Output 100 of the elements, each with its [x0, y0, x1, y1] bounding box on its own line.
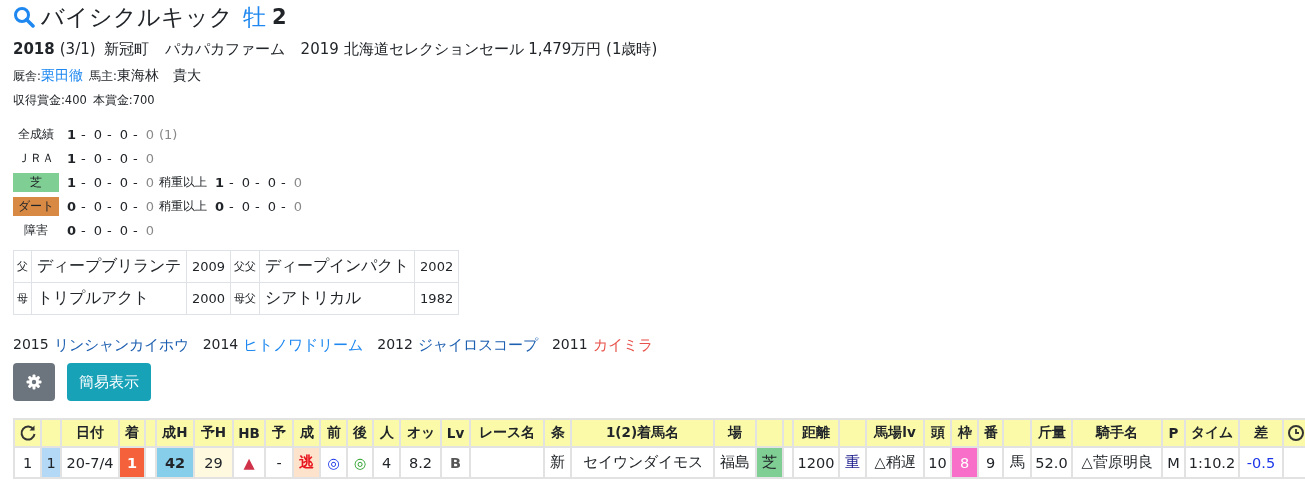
relation-cell: 母父	[230, 282, 260, 315]
owner-label: 馬主:	[88, 68, 117, 84]
horse-age: 2	[272, 5, 287, 29]
column-header[interactable]: レース名	[470, 419, 544, 447]
record-count: 0	[67, 222, 77, 238]
column-header[interactable]: オッ	[400, 419, 441, 447]
record-count: 0	[93, 126, 103, 142]
horse-cell: シアトリカル	[259, 282, 415, 315]
column-header[interactable]: 騎手名	[1072, 419, 1162, 447]
column-header[interactable]: 条	[544, 419, 571, 447]
column-header[interactable]: 1(2)着馬名	[571, 419, 714, 447]
record-count: 0	[93, 174, 103, 190]
horse-cell: ディープインパクト	[259, 250, 415, 283]
separator: -	[107, 150, 112, 166]
column-header[interactable]: 距離	[793, 419, 839, 447]
horse-name: バイシクルキック	[41, 2, 233, 32]
column-header[interactable]: P	[1162, 419, 1185, 447]
sibling-link[interactable]: リンシャンカイホウ	[53, 335, 189, 355]
column-header[interactable]: 枠	[951, 419, 978, 447]
earned-prize: 収得賞金:400	[13, 92, 87, 108]
year-cell: 2000	[186, 282, 231, 315]
column-header[interactable]: 前	[320, 419, 347, 447]
column-header[interactable]: 着	[119, 419, 145, 447]
record-count: 0	[119, 126, 128, 142]
separator: -	[255, 198, 260, 214]
heavy-label: 稍重以上	[159, 174, 207, 190]
table-cell: B	[441, 447, 470, 478]
birthplace: 新冠町	[103, 39, 149, 59]
column-header[interactable]: 番	[978, 419, 1003, 447]
separator: -	[133, 126, 138, 142]
separator: -	[281, 174, 286, 190]
column-header[interactable]: 場	[714, 419, 756, 447]
column-header[interactable]: 予H	[194, 419, 233, 447]
table-cell: 8.2	[400, 447, 441, 478]
table-cell: 4	[373, 447, 400, 478]
separator: -	[81, 198, 86, 214]
column-header[interactable]: 予	[265, 419, 293, 447]
table-cell: 52.0	[1031, 447, 1072, 478]
record-label: 全成績	[17, 125, 55, 143]
breeder: パカパカファーム	[164, 39, 285, 59]
record-count: 0	[293, 174, 302, 190]
column-header[interactable]: 日付	[61, 419, 119, 447]
column-header[interactable]: タイム	[1185, 419, 1239, 447]
column-header[interactable]: 成	[293, 419, 320, 447]
separator: -	[133, 222, 138, 238]
relation-cell: 父父	[230, 250, 260, 283]
table-cell: △菅原明良	[1072, 447, 1162, 478]
record-label: ＪＲＡ	[17, 149, 55, 167]
separator: -	[255, 174, 260, 190]
record-count: 1	[67, 174, 77, 190]
table-cell: 1200	[793, 447, 839, 478]
record-count: 0	[267, 198, 276, 214]
separator: -	[133, 198, 138, 214]
sibling-link[interactable]: カイミラ	[592, 335, 653, 355]
record-count: 0	[145, 222, 154, 238]
column-header[interactable]: 差	[1239, 419, 1283, 447]
heavy-label: 稍重以上	[159, 198, 207, 214]
horse-cell: ディープブリランテ	[31, 250, 187, 283]
record-count: 0	[93, 222, 103, 238]
column-header[interactable]: 頭	[924, 419, 951, 447]
sibling-year: 2011	[551, 335, 588, 354]
record-count: 0	[145, 126, 154, 142]
table-cell: M	[1162, 447, 1185, 478]
record-note: (1)	[159, 126, 178, 142]
column-header[interactable]: 人	[373, 419, 400, 447]
separator: -	[133, 174, 138, 190]
column-header[interactable]: 後	[347, 419, 373, 447]
trainer-label: 厩舎:	[13, 68, 41, 84]
total-prize: 本賞金:700	[92, 92, 155, 108]
table-cell: 重	[839, 447, 866, 478]
column-header[interactable]: 成H	[156, 419, 194, 447]
sibling-link[interactable]: ジャイロスコープ	[417, 335, 538, 355]
sale-info: 2019 北海道セレクションセール 1,479万円 (1歳時)	[300, 39, 658, 59]
record-count: 0	[267, 174, 276, 190]
record-label: 障害	[23, 221, 49, 239]
sibling-link[interactable]: ヒトノワドリーム	[243, 335, 364, 355]
year-cell: 1982	[414, 282, 459, 315]
separator: -	[81, 222, 86, 238]
record-count: 0	[119, 198, 128, 214]
record-count: 0	[67, 198, 77, 214]
separator: -	[281, 198, 286, 214]
sibling-year: 2012	[377, 335, 413, 354]
record-count: 1	[67, 150, 77, 166]
column-header[interactable]: Lv	[441, 419, 470, 447]
record-count: 0	[241, 174, 251, 190]
surface-badge: ダート	[13, 196, 59, 216]
sibling-year: 2014	[202, 335, 239, 354]
owner-name: 東海林 貴大	[116, 67, 201, 85]
year-cell: 2002	[414, 250, 459, 283]
record-count: 0	[145, 198, 154, 214]
separator: -	[133, 150, 138, 166]
column-header[interactable]: 馬場lv	[866, 419, 924, 447]
separator: -	[81, 150, 86, 166]
record-count: 0	[119, 150, 128, 166]
table-cell: ▲	[233, 447, 265, 478]
column-header[interactable]: 斤量	[1031, 419, 1072, 447]
horse-sex: 牡	[243, 2, 266, 32]
birth-year: 2018	[13, 40, 55, 58]
record-count: 1	[67, 126, 77, 142]
column-header[interactable]: HB	[233, 419, 265, 447]
